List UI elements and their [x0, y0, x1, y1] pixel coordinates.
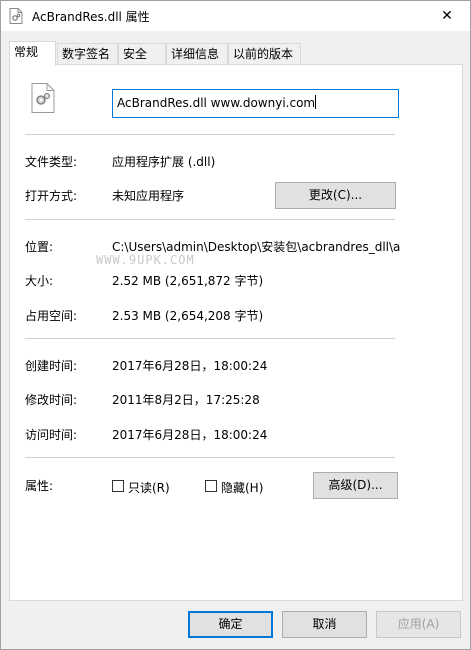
general-tab-panel: AcBrandRes.dll www.downyi.com 文件类型: 应用程序…	[9, 64, 463, 601]
size-on-disk-label: 占用空间:	[25, 309, 78, 323]
opens-with-label: 打开方式:	[25, 189, 78, 203]
created-value: 2017年6月28日，18:00:24	[112, 359, 268, 373]
attributes-label: 属性:	[25, 479, 54, 493]
readonly-label[interactable]: 只读(R)	[128, 479, 170, 496]
file-name-text: AcBrandRes.dll www.downyi.com	[117, 96, 316, 110]
accessed-value: 2017年6月28日，18:00:24	[112, 428, 268, 442]
tab-label: 详细信息	[171, 47, 220, 61]
close-button[interactable]: ✕	[424, 1, 470, 31]
text-caret	[315, 95, 317, 109]
size-on-disk-value: 2.53 MB (2,654,208 字节)	[112, 309, 264, 323]
divider	[25, 457, 395, 458]
location-label: 位置:	[25, 240, 54, 254]
tab-previous-versions[interactable]: 以前的版本	[228, 43, 301, 65]
modified-label: 修改时间:	[25, 393, 78, 407]
title-bar[interactable]: AcBrandRes.dll 属性 ✕	[1, 1, 470, 31]
properties-window: AcBrandRes.dll 属性 ✕ 常规 数字签名 安全 详细信息 以前的版…	[0, 0, 471, 650]
advanced-button[interactable]: 高级(D)...	[313, 472, 398, 499]
ok-button[interactable]: 确定	[188, 611, 273, 638]
divider	[25, 219, 395, 220]
apply-button[interactable]: 应用(A)	[376, 611, 461, 638]
hidden-checkbox[interactable]	[205, 480, 217, 492]
hidden-label[interactable]: 隐藏(H)	[221, 479, 263, 496]
size-label: 大小:	[25, 274, 54, 288]
divider	[25, 338, 395, 339]
file-type-icon	[31, 83, 55, 113]
readonly-checkbox[interactable]	[112, 480, 124, 492]
tab-label: 常规	[14, 45, 39, 59]
tab-label: 数字签名	[62, 47, 111, 61]
apply-button-label: 应用(A)	[397, 617, 440, 631]
tab-general[interactable]: 常规	[9, 41, 56, 66]
created-label: 创建时间:	[25, 359, 78, 373]
divider	[25, 134, 395, 135]
advanced-button-label: 高级(D)...	[328, 478, 383, 492]
file-type-label: 文件类型:	[25, 155, 78, 169]
accessed-label: 访问时间:	[25, 428, 78, 442]
tab-digital-signatures[interactable]: 数字签名	[57, 43, 118, 65]
cancel-button-label: 取消	[312, 617, 337, 631]
tab-details[interactable]: 详细信息	[166, 43, 228, 65]
window-title: AcBrandRes.dll 属性	[32, 10, 150, 24]
watermark-text: WWW.9UPK.COM	[96, 253, 195, 267]
tab-label: 安全	[123, 47, 148, 61]
file-type-value: 应用程序扩展 (.dll)	[112, 155, 216, 169]
cancel-button[interactable]: 取消	[282, 611, 367, 638]
opens-with-value: 未知应用程序	[112, 189, 185, 203]
change-button-label: 更改(C)...	[308, 188, 363, 202]
close-icon: ✕	[441, 8, 453, 24]
tab-label: 以前的版本	[233, 47, 294, 61]
ok-button-label: 确定	[218, 617, 243, 631]
tab-security[interactable]: 安全	[118, 43, 166, 65]
modified-value: 2011年8月2日，17:25:28	[112, 393, 260, 407]
dll-file-icon	[9, 8, 23, 24]
file-name-input[interactable]: AcBrandRes.dll www.downyi.com	[112, 89, 399, 118]
change-button[interactable]: 更改(C)...	[275, 182, 396, 209]
size-value: 2.52 MB (2,651,872 字节)	[112, 274, 264, 288]
